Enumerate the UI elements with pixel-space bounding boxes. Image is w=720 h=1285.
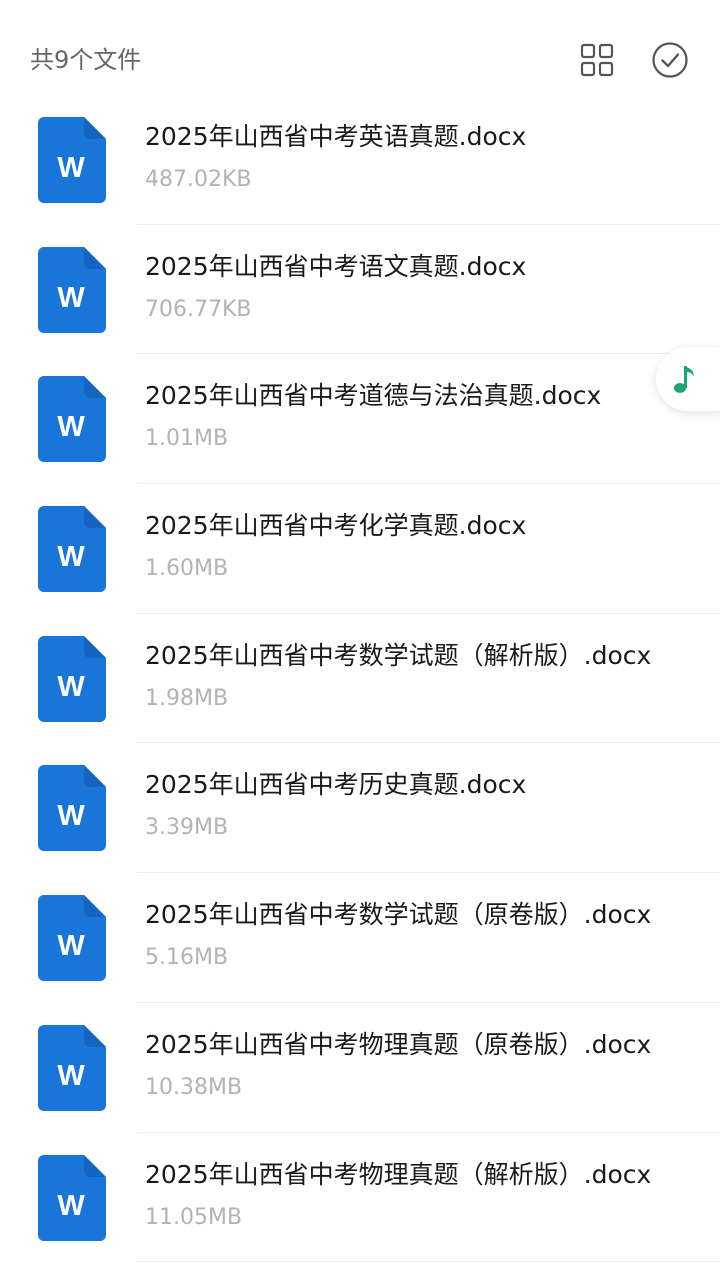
file-size: 706.77KB [145, 296, 252, 322]
file-name: 2025年山西省中考历史真题.docx [145, 770, 527, 800]
file-item[interactable]: W 2025年山西省中考数学试题（解析版）.docx 1.98MB [0, 614, 720, 744]
file-item[interactable]: W 2025年山西省中考化学真题.docx 1.60MB [0, 484, 720, 614]
file-name: 2025年山西省中考语文真题.docx [145, 251, 527, 281]
file-size: 487.02KB [145, 167, 252, 192]
svg-text:W: W [57, 152, 85, 184]
svg-text:W: W [57, 1060, 85, 1092]
svg-text:W: W [57, 282, 85, 314]
file-size: 10.38MB [145, 1074, 243, 1100]
music-note-icon [674, 366, 694, 393]
file-item[interactable]: W 2025年山西省中考语文真题.docx 706.77KB [0, 225, 720, 355]
file-name: 2025年山西省中考化学真题.docx [145, 511, 527, 541]
file-size: 5.16MB [145, 945, 229, 971]
svg-text:W: W [57, 1190, 85, 1222]
word-document-icon: W [38, 635, 106, 722]
file-list: W 2025年山西省中考英语真题.docx 487.02KB W 2025年山西… [0, 95, 720, 1262]
file-name: 2025年山西省中考物理真题（解析版）.docx [145, 1159, 652, 1189]
header: 共9个文件 [0, 0, 720, 100]
word-document-icon: W [38, 765, 106, 852]
grid-view-icon [580, 43, 614, 77]
file-item[interactable]: W 2025年山西省中考历史真题.docx 3.39MB [0, 743, 720, 873]
select-all-button[interactable] [650, 40, 690, 80]
word-document-icon: W [38, 895, 106, 982]
svg-text:W: W [57, 800, 85, 832]
file-size: 3.39MB [145, 815, 229, 841]
file-size: 1.01MB [145, 426, 229, 452]
file-item[interactable]: W 2025年山西省中考数学试题（原卷版）.docx 5.16MB [0, 873, 720, 1003]
word-document-icon: W [38, 117, 106, 203]
file-item[interactable]: W 2025年山西省中考英语真题.docx 487.02KB [0, 95, 720, 225]
word-document-icon: W [38, 1154, 106, 1241]
file-item[interactable]: W 2025年山西省中考物理真题（解析版）.docx 11.05MB [0, 1133, 720, 1263]
file-size: 1.60MB [145, 556, 229, 582]
file-count-label: 共9个文件 [30, 46, 142, 74]
file-size: 1.98MB [145, 685, 229, 711]
grid-view-button[interactable] [577, 40, 617, 80]
check-circle-icon [652, 42, 688, 78]
file-name: 2025年山西省中考道德与法治真题.docx [145, 381, 602, 411]
svg-text:W: W [57, 541, 85, 573]
file-name: 2025年山西省中考数学试题（原卷版）.docx [145, 900, 652, 930]
file-item[interactable]: W 2025年山西省中考物理真题（原卷版）.docx 10.38MB [0, 1003, 720, 1133]
music-float-button[interactable] [656, 347, 720, 411]
svg-text:W: W [57, 671, 85, 703]
file-size: 11.05MB [145, 1204, 243, 1230]
file-name: 2025年山西省中考英语真题.docx [145, 122, 527, 151]
file-name: 2025年山西省中考物理真题（原卷版）.docx [145, 1029, 652, 1059]
word-document-icon: W [38, 376, 106, 463]
file-name: 2025年山西省中考数学试题（解析版）.docx [145, 640, 652, 670]
word-document-icon: W [38, 506, 106, 593]
word-document-icon: W [38, 246, 106, 333]
file-item[interactable]: W 2025年山西省中考道德与法治真题.docx 1.01MB [0, 354, 720, 484]
svg-text:W: W [57, 411, 85, 443]
svg-text:W: W [57, 930, 85, 962]
word-document-icon: W [38, 1024, 106, 1111]
